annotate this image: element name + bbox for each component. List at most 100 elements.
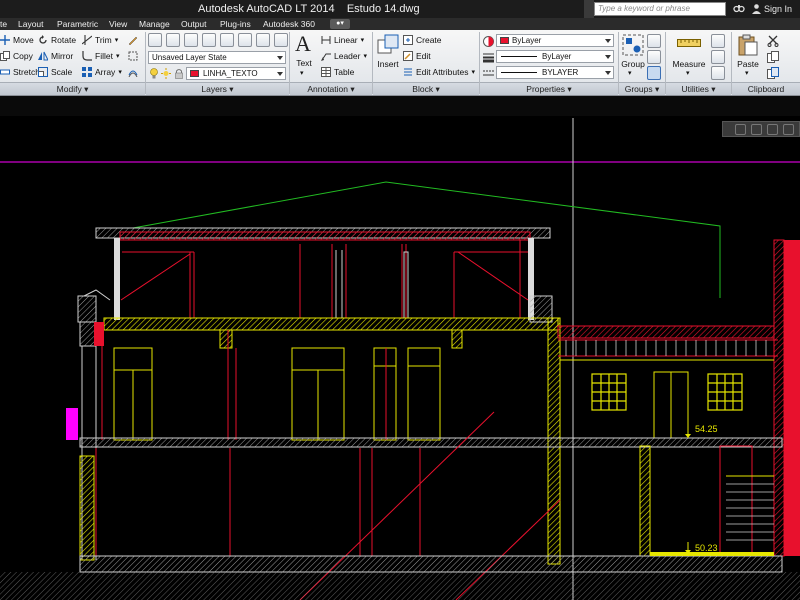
select-all-button[interactable] [711,66,725,80]
layer-properties-button[interactable] [148,33,162,47]
steering-wheel-icon[interactable] [735,124,746,135]
properties-panel-footer[interactable]: Properties ▾ [480,82,618,95]
chevron-down-icon [605,55,611,59]
array-label: Array [95,67,116,77]
measure-icon[interactable] [677,36,701,50]
menu-item-output[interactable]: Output [181,19,207,29]
clipboard-panel-footer[interactable]: Clipboard [732,82,800,95]
array-dropdown-icon[interactable]: ▾ [118,68,122,76]
layer-tool-3-button[interactable] [202,33,216,47]
group-select-button[interactable] [647,66,661,80]
layer-tool-7-button[interactable] [274,33,288,47]
menu-item-parametric[interactable]: Parametric [57,19,98,29]
group-button[interactable]: Group [619,59,647,69]
copy-clip-icon[interactable] [767,51,779,63]
leader-dropdown-icon[interactable]: ▾ [363,52,367,60]
stretch-button[interactable]: Stretch [0,67,40,77]
id-point-button[interactable] [711,50,725,64]
text-icon[interactable]: A [295,32,311,56]
modify-panel-footer[interactable]: Modify ▾ [0,82,145,95]
orbit-icon[interactable] [783,124,794,135]
lineweight-dropdown[interactable]: ByLayer [496,50,614,63]
utilities-panel-footer[interactable]: Utilities ▾ [666,82,731,95]
paste-dropdown-icon[interactable]: ▾ [745,69,749,77]
magenta-marker [66,408,78,440]
layer-state-dropdown[interactable]: Unsaved Layer State [148,51,286,64]
edit-block-button[interactable]: Edit [403,51,431,61]
mirror-button[interactable]: Mirror [38,51,73,61]
annotation-panel-footer[interactable]: Annotation ▾ [290,82,372,95]
create-block-button[interactable]: Create [403,35,442,45]
edit-block-icon [403,51,413,61]
group-dropdown-icon[interactable]: ▾ [628,69,632,77]
explode-button[interactable] [128,51,141,61]
paste-icon[interactable] [737,34,759,56]
sign-in-link[interactable]: Sign In [764,4,792,14]
paste-button[interactable]: Paste [735,59,761,69]
menu-item-layout[interactable]: Layout [18,19,44,29]
scale-button[interactable]: Scale [38,67,72,77]
block-panel-footer[interactable]: Block ▾ [373,82,479,95]
ribbon-toggle-button[interactable]: ●▾ [330,19,350,29]
groups-panel-footer[interactable]: Groups ▾ [619,82,665,95]
group-edit-button[interactable] [647,50,661,64]
navigation-bar[interactable] [722,121,800,137]
ungroup-button[interactable] [647,34,661,48]
move-button[interactable]: Move [0,35,34,45]
insert-button[interactable]: Insert [376,59,400,69]
copy-button[interactable]: Copy [0,51,33,61]
quickcalc-button[interactable] [711,34,725,48]
layers-panel-footer[interactable]: Layers ▾ [146,82,289,95]
linetype-icon [483,70,494,76]
trim-dropdown-icon[interactable]: ▾ [115,36,119,44]
rotate-button[interactable]: Rotate [38,35,76,45]
menu-item-view[interactable]: View [109,19,127,29]
left-wall-red [94,322,104,346]
insert-block-icon[interactable] [377,34,399,56]
group-icon[interactable] [622,34,644,56]
match-properties-icon[interactable] [483,36,494,47]
leader-button[interactable]: Leader ▾ [321,51,367,61]
table-button[interactable]: Table [321,67,354,77]
linetype-dropdown[interactable]: BYLAYER [496,66,614,79]
cut-icon[interactable] [767,35,779,47]
text-button[interactable]: Text [293,58,315,68]
edit-attributes-dropdown-icon[interactable]: ▾ [471,68,475,76]
drawing-canvas[interactable]: 54.25 50.23 [0,96,800,600]
beam-1 [219,329,233,349]
layer-tool-6-button[interactable] [256,33,270,47]
fillet-button[interactable]: Fillet ▾ [82,51,119,61]
measure-button[interactable]: Measure [670,59,708,69]
pan-icon[interactable] [751,124,762,135]
menu-item-plugins[interactable]: Plug-ins [220,19,251,29]
create-block-icon [403,35,413,45]
mirror-icon [38,51,48,61]
menu-item-manage[interactable]: Manage [139,19,170,29]
menu-item-autodesk360[interactable]: Autodesk 360 [263,19,315,29]
linear-button[interactable]: Linear ▾ [321,35,364,45]
table-icon [321,67,331,77]
linear-dropdown-icon[interactable]: ▾ [361,36,365,44]
array-button[interactable]: Array ▾ [82,67,122,77]
search-input[interactable]: Type a keyword or phrase [594,2,726,16]
offset-button[interactable] [128,67,141,77]
menu-item-home[interactable]: te [0,19,7,29]
color-dropdown[interactable]: ByLayer [496,34,614,47]
measure-dropdown-icon[interactable]: ▾ [686,69,690,77]
fillet-dropdown-icon[interactable]: ▾ [116,52,120,60]
user-icon[interactable] [751,3,762,14]
layer-tool-4-button[interactable] [220,33,234,47]
trim-button[interactable]: Trim ▾ [82,35,118,45]
text-dropdown-icon[interactable]: ▾ [300,69,304,77]
current-layer-dropdown[interactable]: LINHA_TEXTO [186,67,286,80]
binoculars-icon[interactable] [733,2,745,14]
copy-base-icon[interactable] [767,67,779,79]
erase-button[interactable] [128,35,141,45]
layer-tool-5-button[interactable] [238,33,252,47]
zoom-icon[interactable] [767,124,778,135]
ground-hatch [0,572,800,600]
edit-attributes-button[interactable]: Edit Attributes ▾ [403,67,475,77]
layer-tool-2-button[interactable] [184,33,198,47]
layer-tool-1-button[interactable] [166,33,180,47]
app-title: Autodesk AutoCAD LT 2014 [198,3,335,15]
